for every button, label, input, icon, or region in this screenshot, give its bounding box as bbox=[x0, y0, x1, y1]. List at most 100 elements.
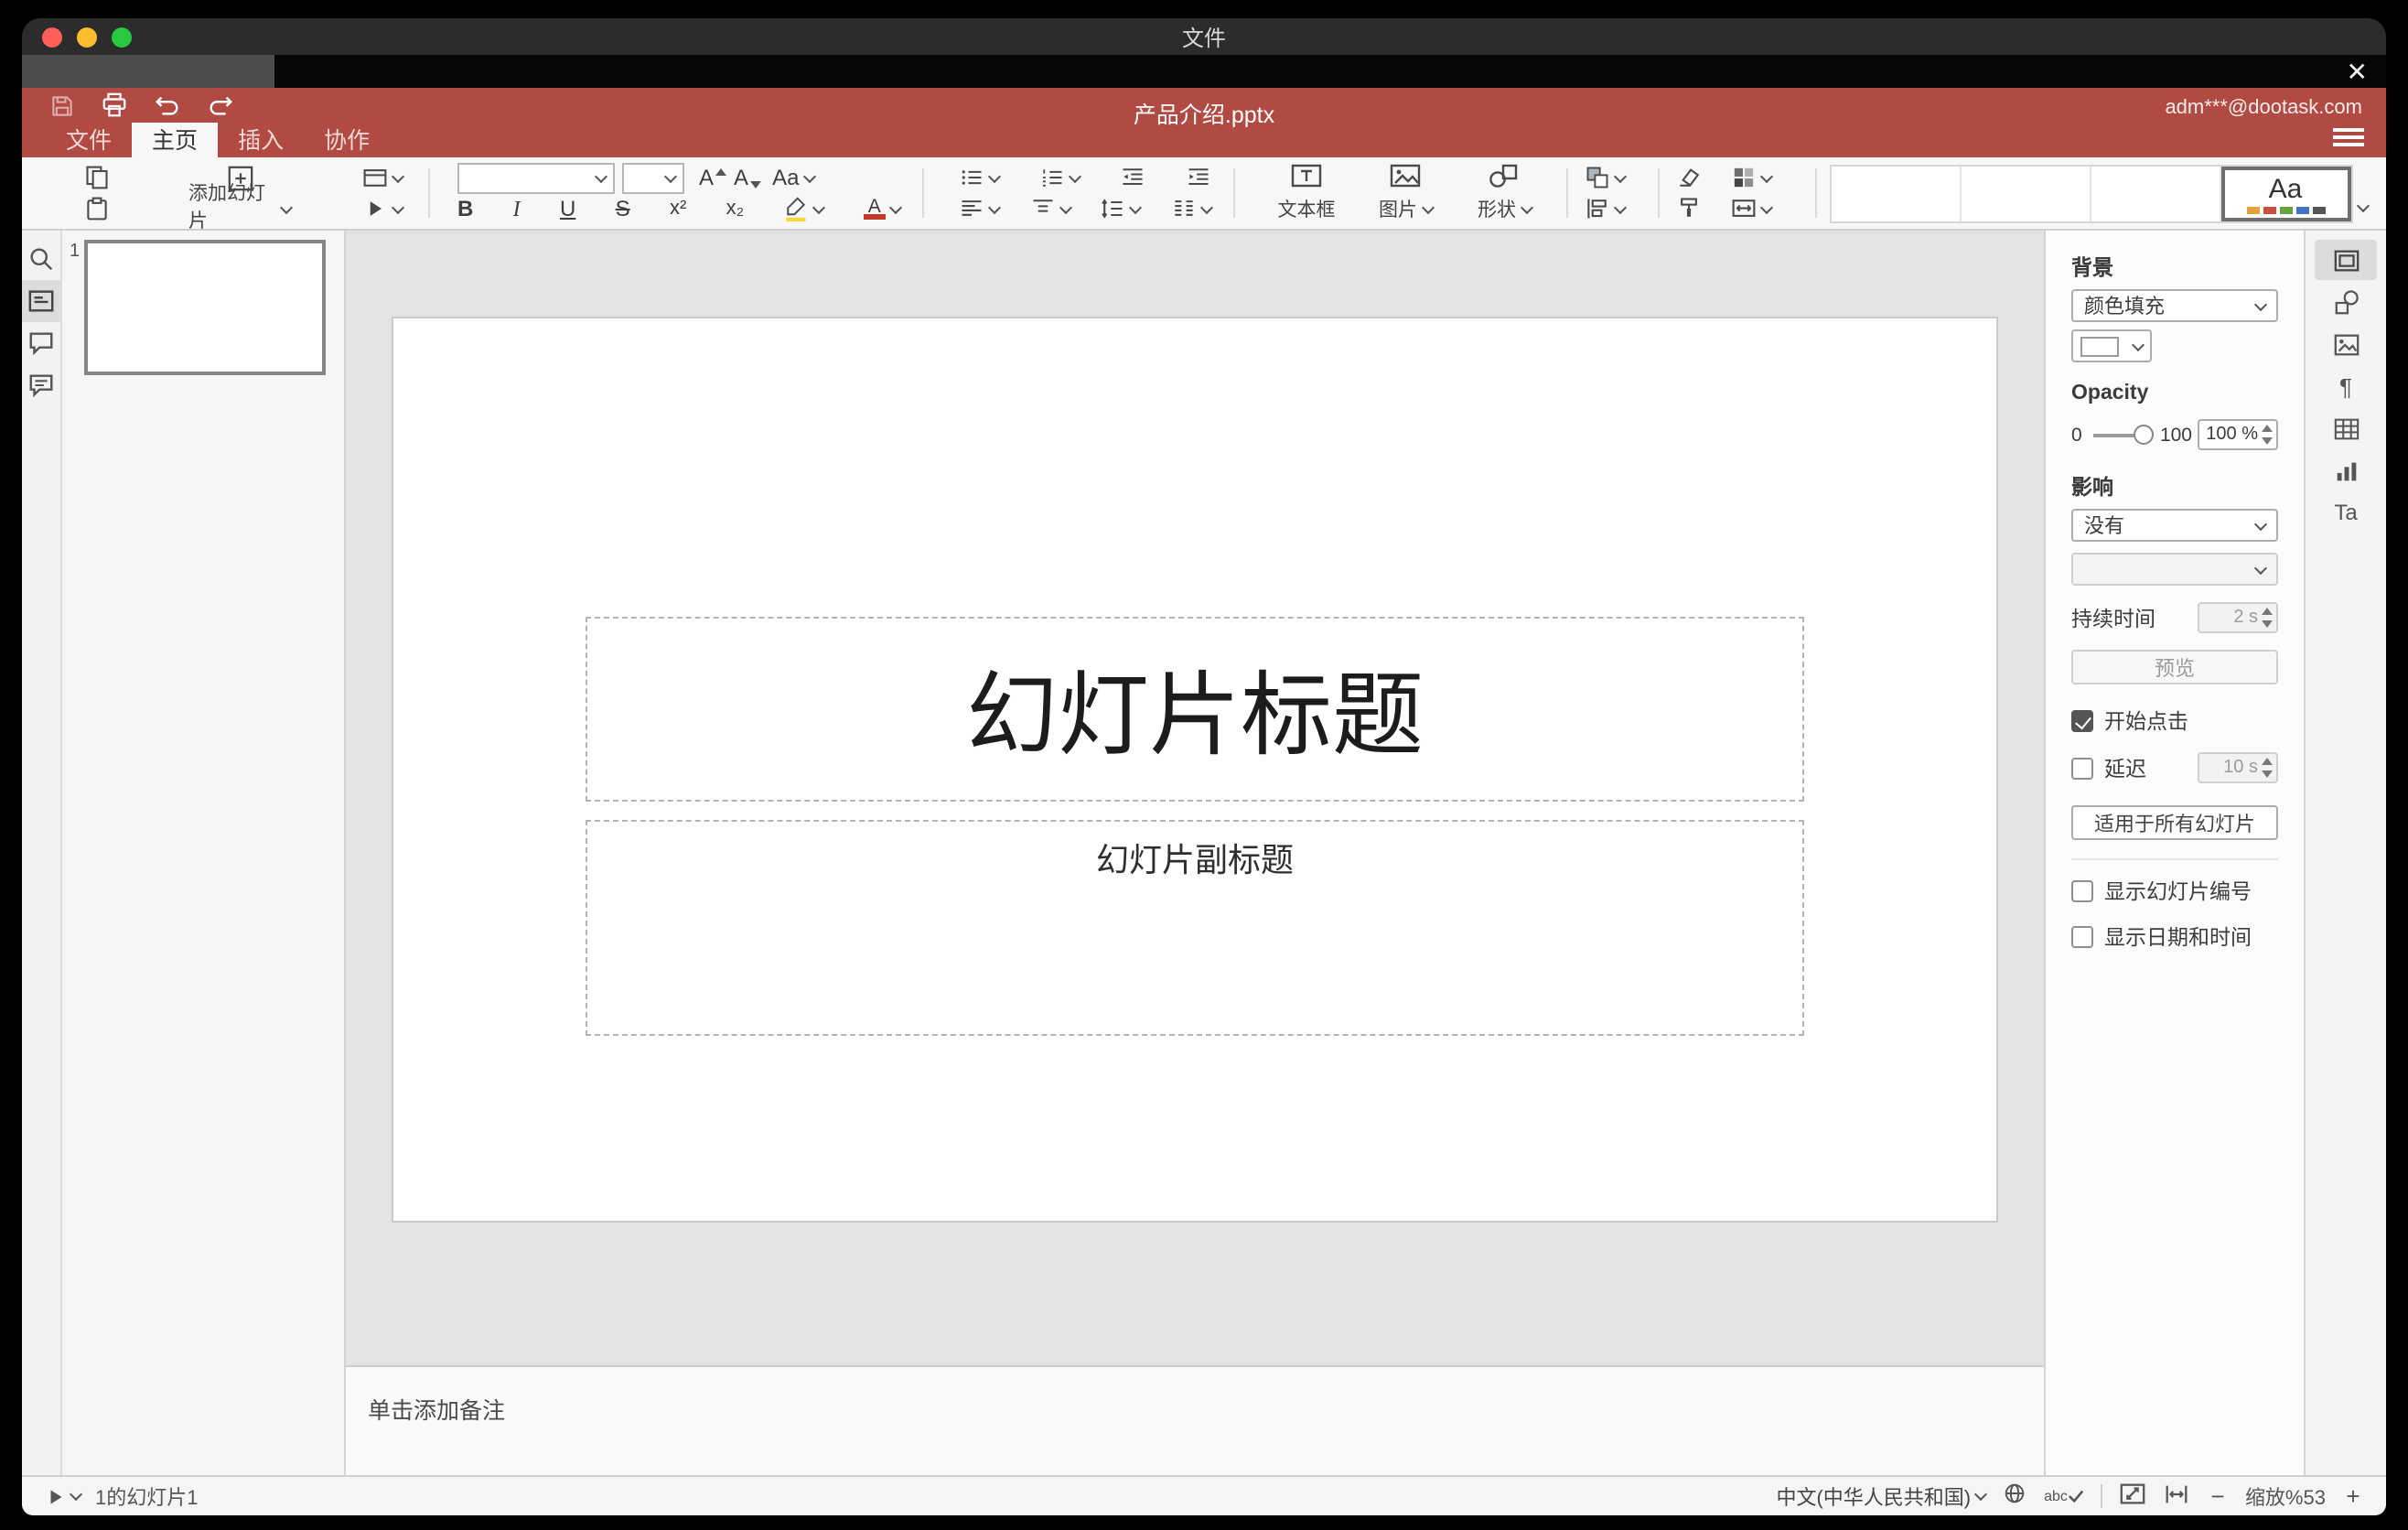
zoom-in-button[interactable]: + bbox=[2342, 1482, 2364, 1510]
slides-panel-button[interactable] bbox=[22, 280, 60, 322]
show-date-time-checkbox[interactable] bbox=[2071, 926, 2093, 948]
zoom-out-button[interactable]: − bbox=[2207, 1482, 2229, 1510]
clear-style-button[interactable] bbox=[1676, 163, 1702, 192]
fit-to-slide-button[interactable] bbox=[2119, 1480, 2146, 1513]
hamburger-menu-button[interactable] bbox=[2333, 124, 2364, 150]
window-title: 文件 bbox=[1181, 25, 1226, 50]
strikethrough-button[interactable]: S bbox=[616, 194, 630, 223]
start-slideshow-button[interactable] bbox=[362, 194, 405, 223]
subscript-button[interactable]: x₂ bbox=[726, 194, 745, 223]
font-color-button[interactable]: A bbox=[863, 194, 902, 223]
slider-knob[interactable] bbox=[2134, 424, 2155, 444]
increase-indent-button[interactable] bbox=[1186, 163, 1211, 192]
color-scheme-button[interactable] bbox=[1731, 163, 1774, 192]
numbering-button[interactable] bbox=[1039, 163, 1082, 192]
vertical-align-button[interactable] bbox=[1029, 194, 1072, 223]
font-name-combo[interactable] bbox=[457, 162, 615, 193]
theme-option-selected[interactable]: Aa bbox=[2221, 167, 2351, 221]
maximize-window-button[interactable] bbox=[112, 27, 132, 48]
theme-option[interactable] bbox=[1962, 167, 2091, 221]
spellcheck-button[interactable]: abc bbox=[2044, 1488, 2084, 1504]
copy-style-button[interactable] bbox=[1676, 194, 1702, 223]
canvas-area[interactable]: 幻灯片标题 幻灯片副标题 bbox=[346, 231, 2044, 1365]
horizontal-align-button[interactable] bbox=[959, 194, 1002, 223]
account-email: adm***@dootask.com bbox=[2165, 97, 2362, 119]
zoom-level-label: 缩放%53 bbox=[2244, 1487, 2326, 1509]
image-settings-icon bbox=[2333, 333, 2359, 355]
minimize-window-button[interactable] bbox=[77, 27, 97, 48]
slide-title-placeholder[interactable]: 幻灯片标题 bbox=[586, 616, 1804, 802]
close-editor-button[interactable]: ✕ bbox=[2347, 55, 2368, 88]
play-icon bbox=[50, 1489, 62, 1503]
screen: 文件 ✕ 产品介绍.pptx adm***@dootask.com 文件 主页 … bbox=[0, 0, 2408, 1530]
slide-subtitle-placeholder[interactable]: 幻灯片副标题 bbox=[586, 819, 1804, 1036]
decrease-indent-button[interactable] bbox=[1120, 163, 1145, 192]
titlebar: 文件 bbox=[22, 18, 2386, 55]
columns-button[interactable] bbox=[1171, 194, 1214, 223]
add-slide-button[interactable]: 添加幻灯片 bbox=[168, 163, 311, 232]
language-selector[interactable]: 中文(中华人民共和国) bbox=[1776, 1482, 1988, 1511]
show-slide-number-checkbox[interactable] bbox=[2071, 880, 2093, 902]
font-color-icon: A bbox=[863, 198, 886, 220]
start-slideshow-status-button[interactable] bbox=[44, 1482, 83, 1511]
align-shape-button[interactable] bbox=[1585, 194, 1628, 223]
apply-to-all-slides-button[interactable]: 适用于所有幻灯片 bbox=[2071, 805, 2278, 840]
chart-settings-tab[interactable] bbox=[2315, 450, 2377, 490]
background-fill-dropdown[interactable]: 颜色填充 bbox=[2071, 289, 2278, 322]
slide-size-button[interactable] bbox=[1731, 194, 1774, 223]
outdent-icon bbox=[1123, 168, 1143, 186]
text-art-settings-tab[interactable]: Ta bbox=[2315, 492, 2377, 533]
arrange-shape-button[interactable] bbox=[1585, 163, 1628, 192]
effect-dropdown[interactable]: 没有 bbox=[2071, 509, 2278, 542]
insert-shape-button[interactable]: 形状 bbox=[1460, 163, 1548, 223]
fit-to-width-button[interactable] bbox=[2163, 1480, 2190, 1513]
font-size-combo[interactable] bbox=[622, 162, 684, 193]
delay-checkbox[interactable] bbox=[2071, 757, 2093, 779]
opacity-spinner[interactable]: 100 % bbox=[2198, 419, 2278, 450]
opacity-slider[interactable] bbox=[2092, 424, 2155, 444]
underline-button[interactable]: U bbox=[560, 194, 575, 223]
start-on-click-checkbox[interactable] bbox=[2071, 710, 2093, 732]
slide-settings-tab[interactable] bbox=[2315, 240, 2377, 280]
increase-font-size-button[interactable]: A bbox=[699, 163, 727, 192]
copy-button[interactable] bbox=[84, 163, 110, 192]
italic-button[interactable]: I bbox=[513, 194, 521, 223]
insert-image-button[interactable]: 图片 bbox=[1361, 163, 1449, 223]
paste-button[interactable] bbox=[84, 194, 110, 223]
comments-panel-button[interactable] bbox=[22, 322, 60, 364]
notes-area[interactable]: 单击添加备注 bbox=[346, 1365, 2044, 1475]
background-color-dropdown[interactable] bbox=[2071, 329, 2152, 362]
decrease-font-size-button[interactable]: A bbox=[734, 163, 762, 192]
slide-thumbnail[interactable] bbox=[84, 240, 326, 375]
paragraph-icon: ¶ bbox=[2339, 372, 2352, 400]
bullets-button[interactable] bbox=[959, 163, 1002, 192]
paragraph-settings-tab[interactable]: ¶ bbox=[2315, 366, 2377, 406]
highlight-color-button[interactable] bbox=[784, 194, 826, 223]
document-language-button[interactable] bbox=[2002, 1481, 2027, 1512]
close-window-button[interactable] bbox=[42, 27, 62, 48]
shape-settings-tab[interactable] bbox=[2315, 282, 2377, 322]
slide[interactable]: 幻灯片标题 幻灯片副标题 bbox=[393, 318, 1996, 1221]
change-layout-button[interactable] bbox=[362, 163, 405, 192]
notes-placeholder: 单击添加备注 bbox=[368, 1398, 506, 1424]
superscript-button[interactable]: x² bbox=[670, 194, 686, 223]
toolbar-divider bbox=[922, 168, 924, 218]
line-spacing-button[interactable] bbox=[1101, 194, 1143, 223]
delay-spinner: 10 s bbox=[2198, 752, 2278, 783]
chevron-down-icon bbox=[1759, 168, 1774, 183]
image-settings-tab[interactable] bbox=[2315, 324, 2377, 364]
chat-panel-button[interactable] bbox=[22, 364, 60, 406]
arrow-down-icon bbox=[750, 180, 762, 188]
table-settings-tab[interactable] bbox=[2315, 408, 2377, 448]
spinner-arrows[interactable] bbox=[2262, 425, 2273, 445]
bold-button[interactable]: B bbox=[457, 194, 473, 223]
slide-status-text: 1的幻灯片1 bbox=[95, 1487, 199, 1509]
search-panel-button[interactable] bbox=[22, 238, 60, 280]
theme-gallery-expand-button[interactable] bbox=[2353, 187, 2370, 220]
slide-title-text: 幻灯片标题 bbox=[965, 664, 1424, 768]
change-case-button[interactable]: Aa bbox=[772, 163, 816, 192]
insert-textbox-button[interactable]: 文本框 bbox=[1263, 163, 1350, 223]
theme-option[interactable] bbox=[1832, 167, 1962, 221]
columns-icon bbox=[1175, 200, 1193, 216]
theme-option[interactable] bbox=[2091, 167, 2221, 221]
